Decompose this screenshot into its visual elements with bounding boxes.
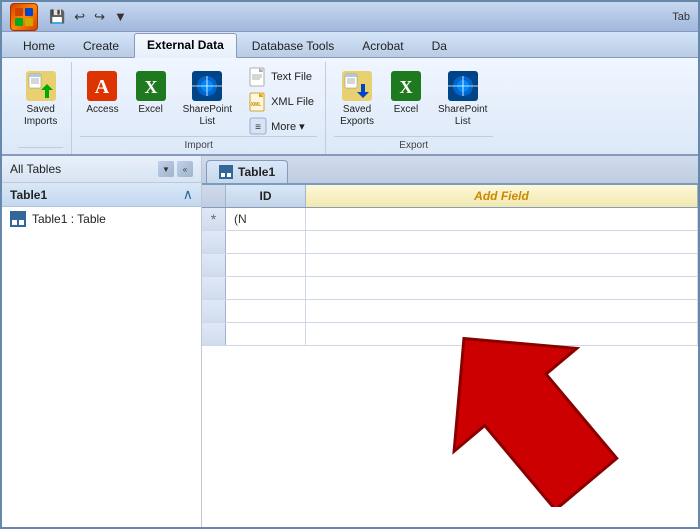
grid-header-row: ID Add Field	[202, 185, 698, 208]
excel-export-button[interactable]: X Excel	[384, 66, 428, 120]
table1-tab-icon	[219, 165, 233, 179]
access-icon: A	[86, 70, 118, 102]
grid-row-empty-5	[202, 323, 698, 346]
left-section-header: Table1 ∧	[2, 183, 201, 207]
tab-da[interactable]: Da	[419, 34, 460, 57]
saved-exports-icon	[341, 70, 373, 102]
import-group-label	[18, 147, 63, 154]
left-panel-header: All Tables ▼ «	[2, 156, 201, 183]
xml-file-label: XML File	[271, 96, 314, 108]
sharepoint-import-label: SharePoint List	[183, 104, 232, 128]
title-bar: 💾 ↩ ↪ ▼ Tab	[2, 2, 698, 32]
grid-row-marker-header	[202, 185, 226, 207]
grid-row-empty-1	[202, 231, 698, 254]
tab-database-tools[interactable]: Database Tools	[239, 34, 348, 57]
customize-quick-btn[interactable]: ▼	[111, 7, 130, 26]
svg-text:XML: XML	[251, 102, 262, 108]
left-panel: All Tables ▼ « Table1 ∧ Table1 : Table	[2, 156, 202, 529]
grid-cell-id[interactable]: (N	[226, 208, 306, 230]
grid-row-empty-2	[202, 254, 698, 277]
sharepoint-export-label: SharePoint List	[438, 104, 487, 128]
ribbon-group-import: A Access X Excel	[72, 62, 326, 154]
app-title: Tab	[672, 11, 690, 23]
xml-file-button[interactable]: XML XML File	[246, 91, 317, 113]
tab-create[interactable]: Create	[70, 34, 132, 57]
grid-row-empty-3	[202, 277, 698, 300]
table-tab-bar: Table1	[202, 156, 698, 185]
left-panel-icons: ▼ «	[158, 161, 193, 177]
grid-row-empty-4	[202, 300, 698, 323]
excel-import-label: Excel	[138, 104, 162, 116]
svg-text:≡: ≡	[255, 122, 261, 133]
tab-acrobat[interactable]: Acrobat	[349, 34, 416, 57]
quick-access-toolbar: 💾 ↩ ↪ ▼	[46, 7, 130, 27]
svg-text:X: X	[144, 77, 157, 97]
redo-quick-btn[interactable]: ↪	[91, 7, 108, 27]
excel-import-button[interactable]: X Excel	[129, 66, 173, 120]
main-area: All Tables ▼ « Table1 ∧ Table1 : Table	[2, 156, 698, 529]
sharepoint-export-button[interactable]: SharePoint List	[432, 66, 493, 132]
import-label: Import	[80, 136, 317, 154]
ribbon-group-saved-imports: Saved Imports	[10, 62, 72, 154]
text-file-label: Text File	[271, 71, 312, 83]
more-label: More ▾	[271, 120, 305, 133]
save-quick-btn[interactable]: 💾	[46, 7, 68, 27]
saved-imports-label: Saved Imports	[24, 104, 57, 128]
saved-imports-icon	[25, 70, 57, 102]
ribbon-content: Saved Imports A Access	[2, 58, 698, 156]
saved-exports-button[interactable]: Saved Exports	[334, 66, 380, 132]
section-collapse-icon[interactable]: ∧	[183, 186, 193, 203]
ribbon-import-items: A Access X Excel	[80, 62, 317, 136]
data-grid: ID Add Field * (N	[202, 185, 698, 529]
excel-export-icon: X	[390, 70, 422, 102]
more-button[interactable]: ≡ More ▾	[246, 116, 317, 136]
ribbon-export-items: Saved Exports X Excel	[334, 62, 493, 136]
office-logo-icon	[10, 3, 38, 31]
svg-text:A: A	[95, 76, 110, 98]
table1-section-title: Table1	[10, 188, 47, 202]
grid-row-new: * (N	[202, 208, 698, 231]
filter-icon[interactable]: ▼	[158, 161, 174, 177]
grid-header-add-field[interactable]: Add Field	[306, 185, 698, 207]
text-file-button[interactable]: Text File	[246, 66, 317, 88]
app-window: 💾 ↩ ↪ ▼ Tab Home Create External Data Da…	[0, 0, 700, 529]
table1-item-label: Table1 : Table	[32, 212, 106, 226]
saved-imports-button[interactable]: Saved Imports	[18, 66, 63, 132]
ribbon-tabs-bar: Home Create External Data Database Tools…	[2, 32, 698, 58]
title-bar-left: 💾 ↩ ↪ ▼	[10, 3, 672, 31]
ribbon-group-export: Saved Exports X Excel	[326, 62, 501, 154]
grid-header-id: ID	[226, 185, 306, 207]
tab-external-data[interactable]: External Data	[134, 33, 237, 58]
saved-exports-label: Saved Exports	[340, 104, 374, 128]
grid-new-row-marker: *	[202, 208, 226, 230]
table1-tab-label: Table1	[238, 165, 275, 179]
sharepoint-import-icon	[191, 70, 223, 102]
table1-tab[interactable]: Table1	[206, 160, 288, 183]
collapse-icon[interactable]: «	[177, 161, 193, 177]
sharepoint-export-icon	[447, 70, 479, 102]
access-import-button[interactable]: A Access	[80, 66, 124, 120]
excel-export-label: Excel	[394, 104, 418, 116]
table1-item-icon	[10, 211, 26, 227]
export-label: Export	[334, 136, 493, 154]
all-tables-title: All Tables	[10, 162, 61, 176]
tab-home[interactable]: Home	[10, 34, 68, 57]
excel-import-icon: X	[135, 70, 167, 102]
svg-text:X: X	[399, 77, 412, 97]
ribbon-group-items-import-saved: Saved Imports	[18, 62, 63, 147]
access-label: Access	[86, 104, 118, 116]
sharepoint-import-button[interactable]: SharePoint List	[177, 66, 238, 132]
file-options-group: Text File XML XML File	[242, 66, 317, 136]
table1-item[interactable]: Table1 : Table	[2, 207, 201, 231]
grid-cell-add-field	[306, 208, 698, 230]
undo-quick-btn[interactable]: ↩	[71, 7, 88, 27]
right-area: Table1 ID Add Field * (N	[202, 156, 698, 529]
